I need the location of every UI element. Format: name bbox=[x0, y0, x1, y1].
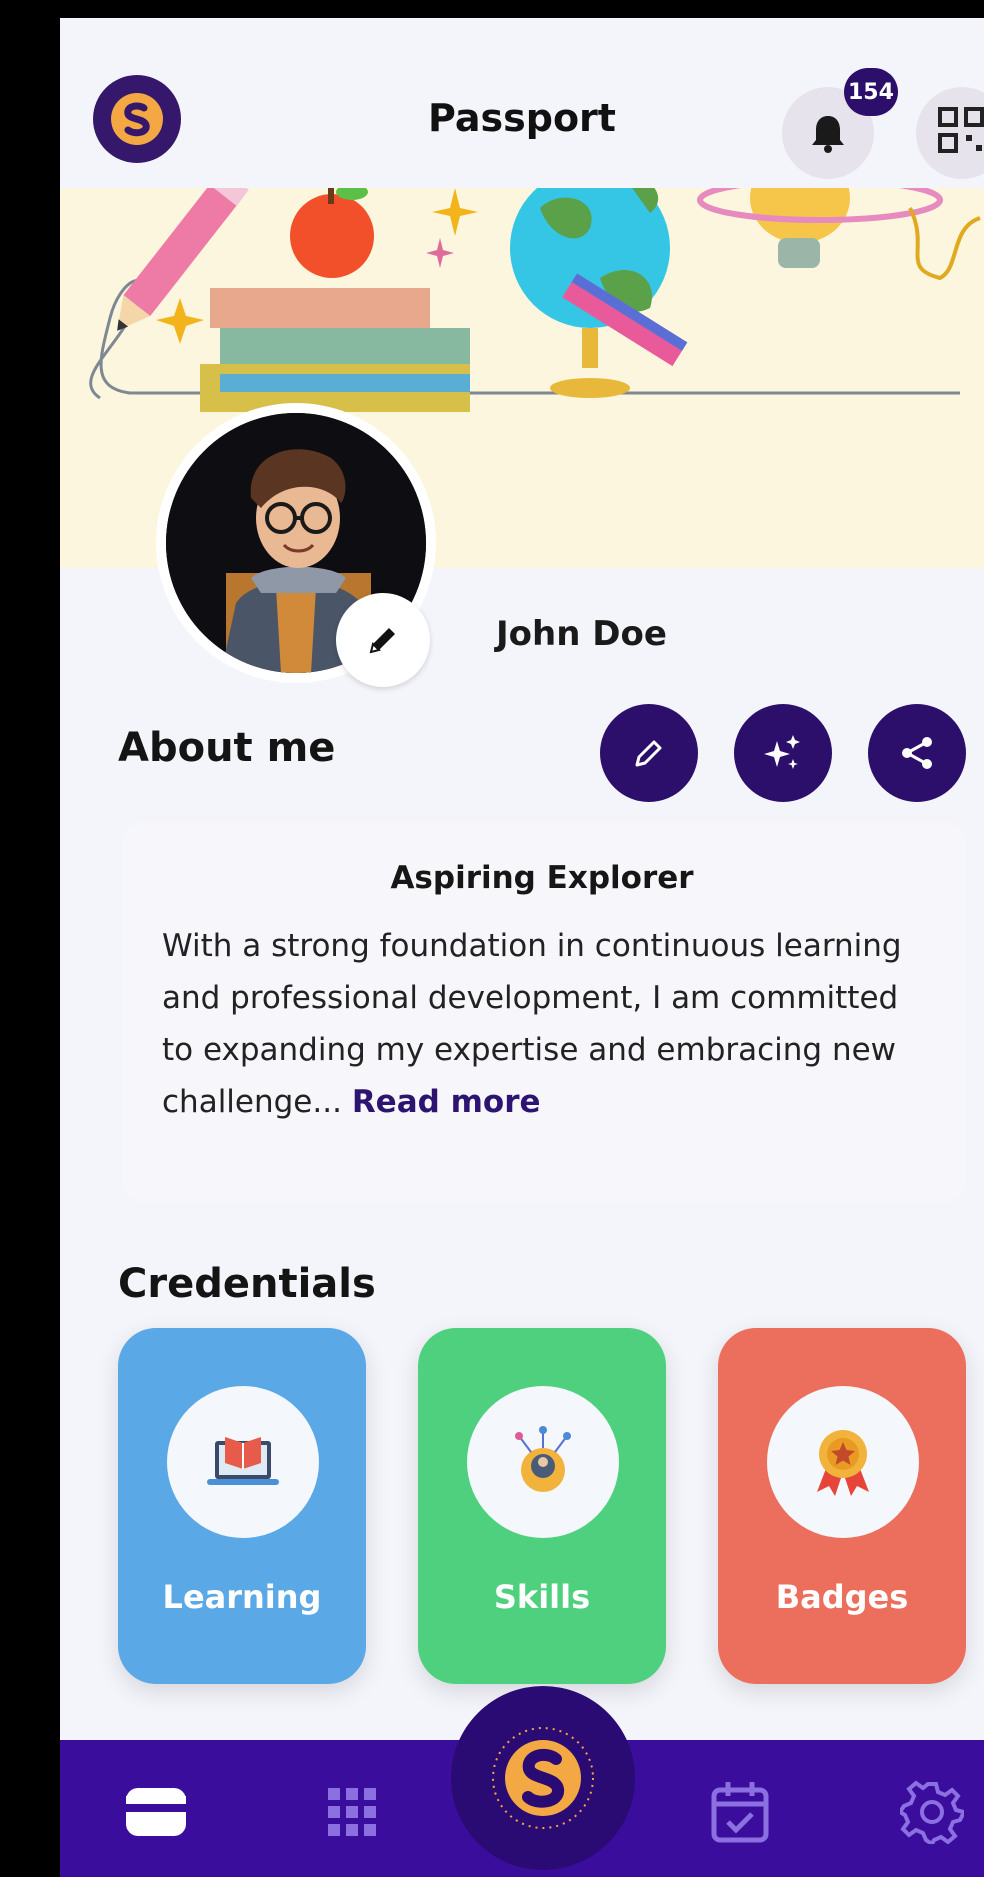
about-me-title: About me bbox=[118, 725, 336, 771]
learning-icon-circle bbox=[167, 1386, 319, 1538]
credential-label: Badges bbox=[775, 1578, 909, 1616]
sparkle-icon bbox=[764, 735, 800, 769]
settings-gear-icon bbox=[897, 1780, 967, 1847]
wallet-icon bbox=[126, 1788, 186, 1836]
pencil-icon bbox=[369, 628, 395, 654]
badges-icon-circle bbox=[767, 1386, 919, 1538]
notification-badge: 154 bbox=[844, 68, 898, 116]
nav-wallet[interactable] bbox=[124, 1784, 188, 1844]
nav-settings[interactable] bbox=[897, 1780, 967, 1848]
about-card: Aspiring Explorer With a strong foundati… bbox=[122, 822, 966, 1202]
app-logo-icon bbox=[492, 1727, 594, 1829]
credential-label: Skills bbox=[493, 1578, 591, 1616]
credential-card-badges[interactable]: Badges bbox=[718, 1328, 966, 1684]
qr-code-icon bbox=[938, 107, 984, 153]
medal-icon bbox=[817, 1430, 869, 1496]
gear-person-icon bbox=[515, 1426, 571, 1492]
nav-home-logo-button[interactable] bbox=[451, 1686, 635, 1870]
credential-card-learning[interactable]: Learning bbox=[118, 1328, 366, 1684]
nav-grid[interactable] bbox=[324, 1784, 380, 1844]
laptop-book-icon bbox=[207, 1437, 279, 1485]
user-name: John Doe bbox=[496, 614, 667, 654]
edit-avatar-button[interactable] bbox=[336, 593, 430, 687]
skills-icon-circle bbox=[467, 1386, 619, 1538]
credentials-title: Credentials bbox=[118, 1261, 376, 1307]
credential-card-skills[interactable]: Skills bbox=[418, 1328, 666, 1684]
grid-icon bbox=[328, 1788, 376, 1836]
edit-about-button[interactable] bbox=[600, 704, 698, 802]
read-more-link[interactable]: Read more bbox=[352, 1084, 541, 1120]
about-heading: Aspiring Explorer bbox=[390, 860, 694, 896]
pencil-icon bbox=[635, 740, 662, 767]
nav-calendar[interactable] bbox=[710, 1780, 770, 1848]
ai-sparkle-button[interactable] bbox=[734, 704, 832, 802]
share-icon bbox=[902, 737, 932, 769]
credential-label: Learning bbox=[162, 1578, 322, 1616]
passport-screen: Passport 154 John Doe About me Aspiring … bbox=[60, 18, 984, 1877]
bell-icon bbox=[812, 116, 844, 153]
calendar-check-icon bbox=[711, 1782, 769, 1843]
share-button[interactable] bbox=[868, 704, 966, 802]
about-text: With a strong foundation in continuous l… bbox=[162, 920, 922, 1128]
top-app-bar: Passport 154 bbox=[60, 18, 984, 188]
